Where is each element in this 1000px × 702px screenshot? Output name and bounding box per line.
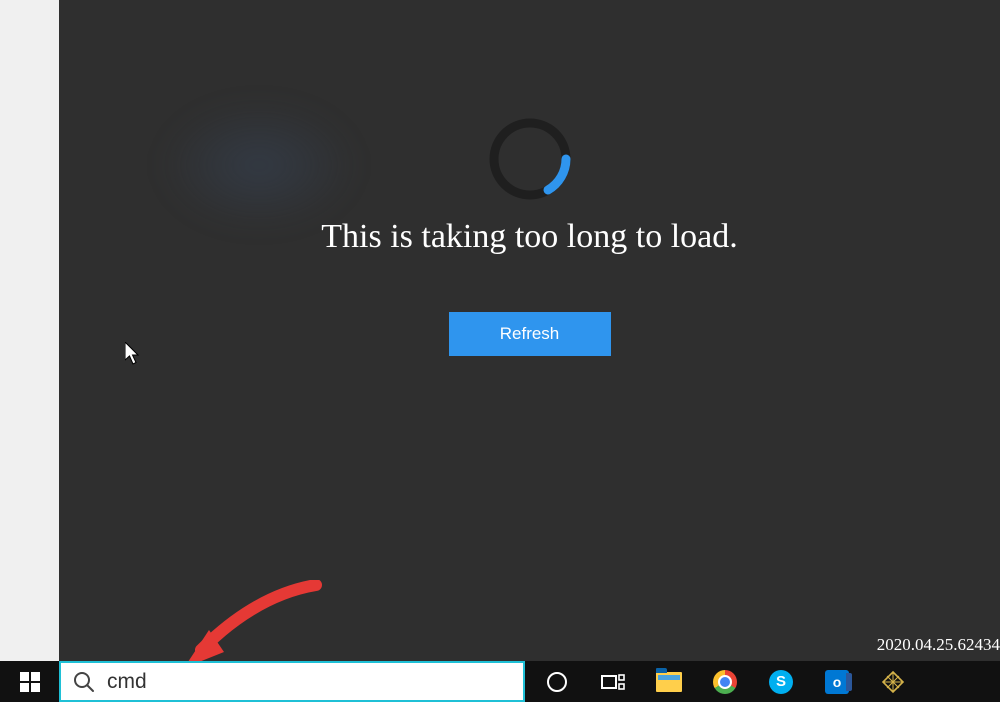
taskbar-icons: S o [525,661,907,702]
file-explorer-button[interactable] [655,668,683,696]
file-explorer-icon [656,672,682,692]
loading-spinner-icon [486,115,574,208]
search-results-panel: This is taking too long to load. Refresh… [59,0,1000,661]
taskbar: S o [0,661,1000,702]
build-timestamp: 2020.04.25.62434 [877,635,1000,655]
skype-button[interactable]: S [767,668,795,696]
diamond-app-button[interactable] [879,668,907,696]
mouse-cursor-icon [125,342,143,371]
cortana-button[interactable] [543,668,571,696]
outlook-button[interactable]: o [823,668,851,696]
task-view-button[interactable] [599,668,627,696]
taskbar-search-input[interactable] [107,670,511,694]
background-smudge [159,100,359,230]
diamond-app-icon [881,670,905,694]
loading-error-message: This is taking too long to load. [59,218,1000,256]
desktop-left-margin [0,0,59,661]
chrome-icon [713,670,737,694]
task-view-icon [601,672,625,692]
search-icon [73,671,95,693]
refresh-button[interactable]: Refresh [449,312,611,356]
start-button[interactable] [0,661,59,702]
taskbar-search-box[interactable] [59,661,525,702]
skype-icon: S [769,670,793,694]
cortana-icon [546,671,568,693]
start-icon [20,672,40,692]
outlook-icon: o [825,670,849,694]
chrome-button[interactable] [711,668,739,696]
